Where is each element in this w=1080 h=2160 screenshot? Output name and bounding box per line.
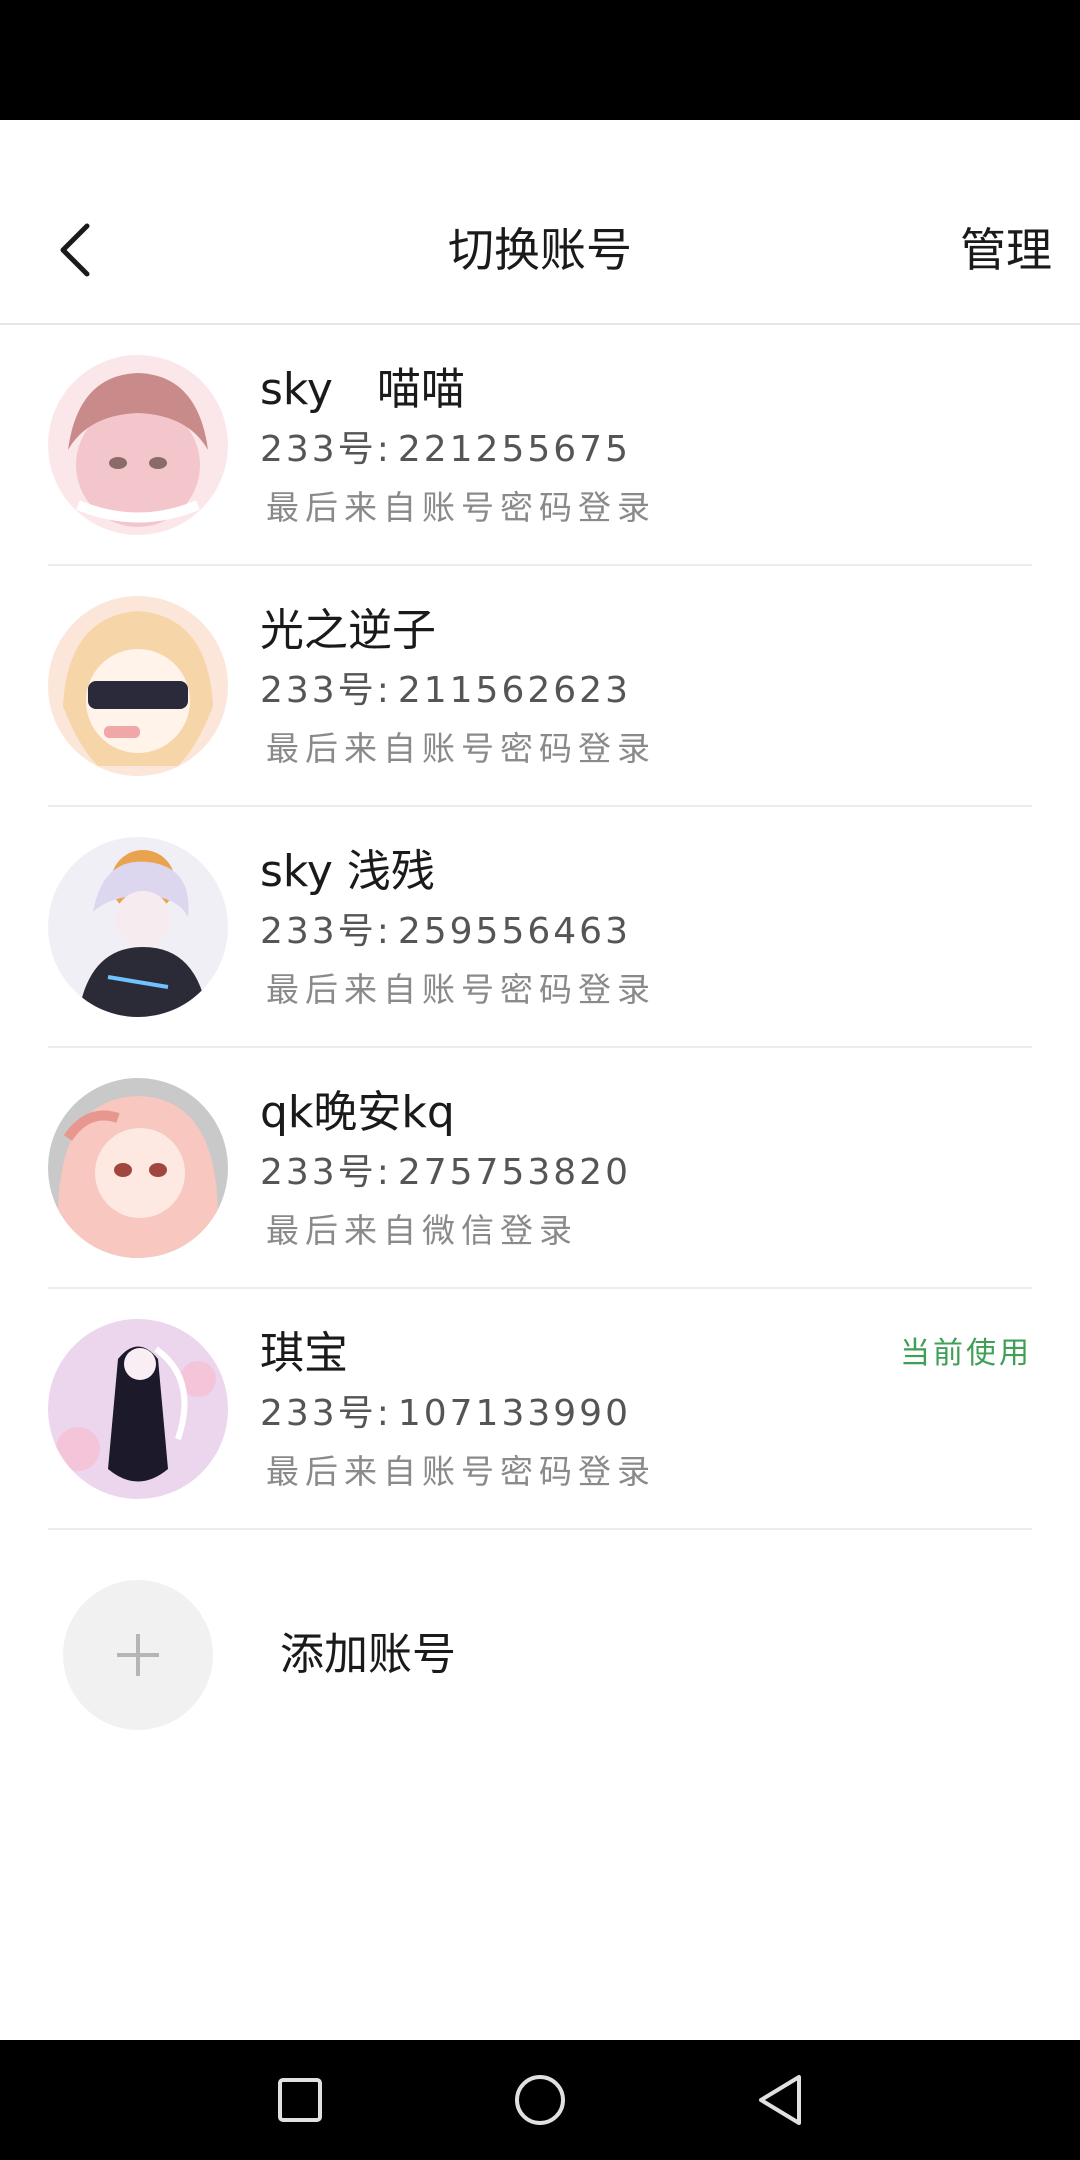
- manage-button[interactable]: 管理: [960, 215, 1052, 285]
- login-method: 最后来自账号密码登录: [266, 970, 656, 1009]
- account-id: 233号: 221255675: [260, 425, 631, 475]
- account-name: sky 浅残: [260, 846, 435, 897]
- account-id: 233号: 259556463: [260, 907, 631, 957]
- account-row[interactable]: 光之逆子 233号: 211562623 最后来自账号密码登录: [48, 566, 1032, 807]
- account-id: 233号: 275753820: [260, 1148, 631, 1198]
- login-method: 最后来自账号密码登录: [266, 729, 656, 768]
- login-method: 最后来自账号密码登录: [266, 488, 656, 527]
- account-row[interactable]: sky 浅残 233号: 259556463 最后来自账号密码登录: [48, 807, 1032, 1048]
- account-id-label: 233号:: [260, 1152, 392, 1193]
- avatar: [48, 596, 228, 776]
- home-circle-icon: [515, 2075, 565, 2125]
- account-row[interactable]: 琪宝 当前使用 233号: 107133990 最后来自账号密码登录: [48, 1289, 1032, 1530]
- avatar: [48, 837, 228, 1017]
- recents-button[interactable]: [270, 2070, 330, 2130]
- account-id-label: 233号:: [260, 1393, 392, 1434]
- account-id-label: 233号:: [260, 429, 392, 470]
- account-name: sky 喵喵: [260, 364, 465, 415]
- account-id-label: 233号:: [260, 670, 392, 711]
- avatar: [48, 1078, 228, 1258]
- status-bar: [0, 0, 1080, 120]
- account-id-label: 233号:: [260, 911, 392, 952]
- account-id-value: 221255675: [397, 429, 631, 470]
- account-name: qk晚安kq: [260, 1087, 455, 1138]
- page-title: 切换账号: [448, 223, 632, 277]
- system-nav-bar: [0, 2040, 1080, 2160]
- account-id-value: 275753820: [397, 1152, 631, 1193]
- account-id: 233号: 107133990: [260, 1389, 631, 1439]
- recents-square-icon: [278, 2078, 322, 2122]
- account-id-value: 259556463: [397, 911, 631, 952]
- account-row[interactable]: sky 喵喵 233号: 221255675 最后来自账号密码登录: [48, 325, 1032, 566]
- home-button[interactable]: [510, 2070, 570, 2130]
- account-id-value: 211562623: [397, 670, 631, 711]
- back-triangle-icon: [759, 2075, 801, 2125]
- account-name: 光之逆子: [260, 605, 436, 656]
- account-name: 琪宝: [260, 1328, 348, 1379]
- account-list: sky 喵喵 233号: 221255675 最后来自账号密码登录 光之逆子 23…: [0, 325, 1080, 1530]
- add-account-circle: [63, 1580, 213, 1730]
- add-account-label: 添加账号: [280, 1629, 456, 1680]
- back-nav-button[interactable]: [750, 2070, 810, 2130]
- account-id: 233号: 211562623: [260, 666, 631, 716]
- current-badge: 当前使用: [900, 1336, 1032, 1371]
- avatar: [48, 1319, 228, 1499]
- login-method: 最后来自账号密码登录: [266, 1452, 656, 1491]
- header: 切换账号 管理: [0, 120, 1080, 325]
- avatar: [48, 355, 228, 535]
- plus-icon: [117, 1634, 159, 1676]
- account-id-value: 107133990: [397, 1393, 631, 1434]
- account-row[interactable]: qk晚安kq 233号: 275753820 最后来自微信登录: [48, 1048, 1032, 1289]
- add-account-button[interactable]: 添加账号: [48, 1570, 1032, 1740]
- login-method: 最后来自微信登录: [266, 1211, 578, 1250]
